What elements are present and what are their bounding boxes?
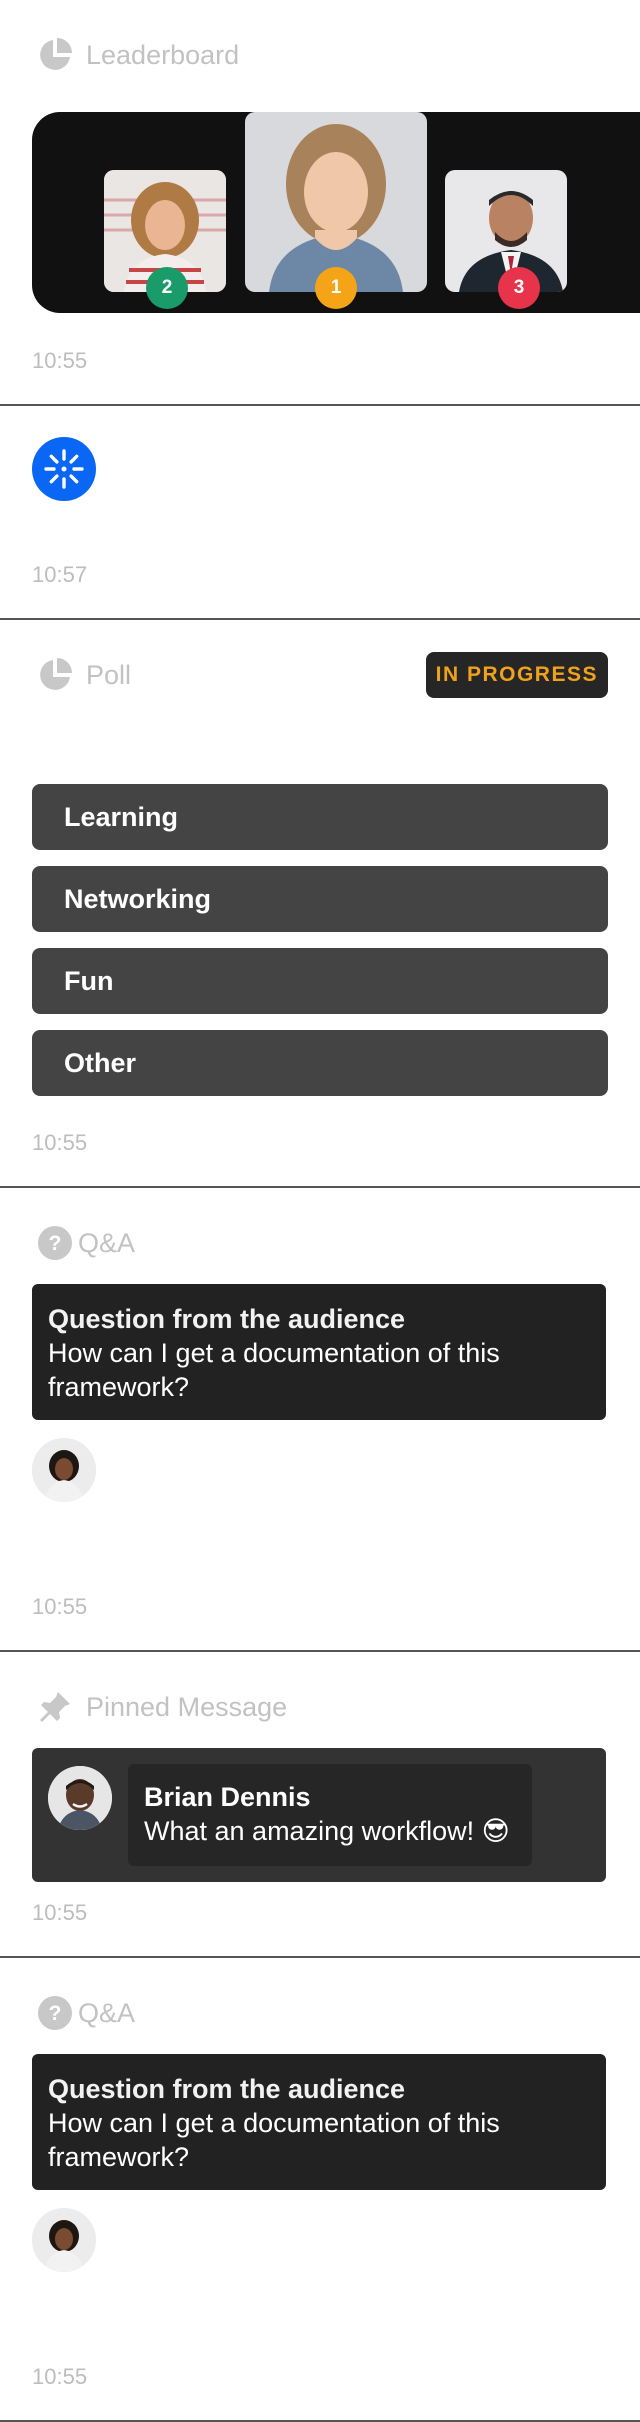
- question-card-title: Question from the audience: [48, 2074, 406, 2104]
- pinned-message-card[interactable]: Brian Dennis What an amazing workflow! 😎: [32, 1748, 606, 1882]
- leaderboard-title: Leaderboard: [86, 39, 240, 70]
- loading-spinner-icon: [32, 437, 96, 501]
- pie-chart-icon: [36, 656, 74, 694]
- question-card: Question from the audience How can I get…: [32, 2054, 606, 2190]
- avatar[interactable]: [32, 2208, 96, 2272]
- question-circle-icon: ?: [36, 1224, 74, 1262]
- pinned-title: Pinned Message: [86, 1691, 288, 1722]
- poll-header: Poll: [36, 656, 131, 694]
- poll-option[interactable]: Other: [32, 1030, 608, 1096]
- svg-text:?: ?: [49, 2002, 62, 2025]
- poll-option[interactable]: Fun: [32, 948, 608, 1014]
- leaderboard-header: Leaderboard: [36, 36, 239, 74]
- rank-badge-third: 3: [498, 267, 540, 309]
- avatar[interactable]: [48, 1766, 112, 1830]
- message-timestamp: 10:55: [32, 1900, 88, 1925]
- question-card: Question from the audience How can I get…: [32, 1284, 606, 1420]
- poll-option[interactable]: Networking: [32, 866, 608, 932]
- avatar[interactable]: [32, 1438, 96, 1502]
- qa-header: ? Q&A: [36, 1994, 135, 2032]
- qa-section: ? Q&A Question from the audience How can…: [0, 1188, 640, 1652]
- poll-title: Poll: [86, 659, 132, 690]
- message-timestamp: 10:55: [32, 348, 88, 373]
- loading-section: 10:57: [0, 406, 640, 620]
- pinned-header: Pinned Message: [36, 1688, 287, 1726]
- message-timestamp: 10:55: [32, 1594, 88, 1619]
- pin-icon: [36, 1688, 74, 1726]
- question-card-text: How can I get a documentation of this fr…: [48, 2108, 500, 2172]
- message-text: What an amazing workflow! 😎: [144, 1816, 510, 1846]
- pie-chart-icon: [36, 36, 74, 74]
- poll-section: Poll IN PROGRESS Learning Networking Fun…: [0, 620, 640, 1188]
- poll-option[interactable]: Learning: [32, 784, 608, 850]
- message-timestamp: 10:55: [32, 1130, 88, 1155]
- poll-status-badge: IN PROGRESS: [425, 652, 608, 698]
- qa-title: Q&A: [78, 1997, 136, 2028]
- question-card-title: Question from the audience: [48, 1304, 406, 1334]
- svg-text:?: ?: [49, 1232, 62, 1255]
- pinned-message-section: Pinned Message Brian Dennis What an amaz…: [0, 1652, 640, 1958]
- question-circle-icon: ?: [36, 1994, 74, 2032]
- message-timestamp: 10:55: [32, 2364, 88, 2389]
- rank-badge-first: 1: [315, 267, 357, 309]
- leaderboard-podium: 2 1 3: [32, 112, 640, 313]
- rank-badge-second: 2: [146, 267, 188, 309]
- leaderboard-photo-first[interactable]: [245, 112, 427, 292]
- pinned-message-bubble: Brian Dennis What an amazing workflow! 😎: [128, 1764, 532, 1866]
- qa-header: ? Q&A: [36, 1224, 135, 1262]
- qa-title: Q&A: [78, 1227, 136, 1258]
- message-timestamp: 10:57: [32, 562, 88, 587]
- message-author: Brian Dennis: [144, 1782, 311, 1812]
- leaderboard-section: Leaderboard 2 1 3 10:55: [0, 0, 640, 406]
- question-card-text: How can I get a documentation of this fr…: [48, 1338, 500, 1402]
- qa-section: ? Q&A Question from the audience How can…: [0, 1958, 640, 2422]
